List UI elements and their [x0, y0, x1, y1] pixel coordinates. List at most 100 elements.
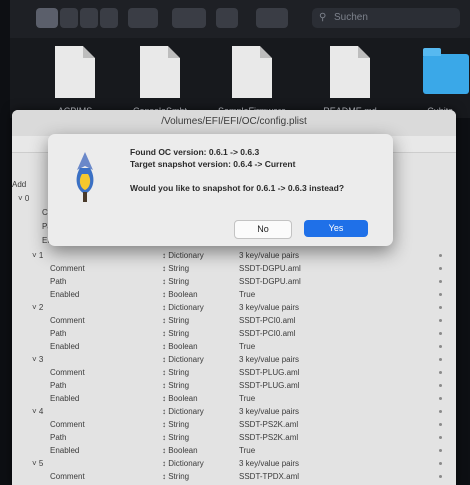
file-icon[interactable] [140, 46, 180, 98]
row-handle-icon[interactable] [439, 280, 442, 283]
search-field[interactable]: ⚲ Suchen [312, 8, 460, 28]
plist-row[interactable]: Path ↕ String SSDT-DGPU.aml [12, 276, 456, 289]
row-value[interactable]: True [239, 290, 255, 299]
row-type[interactable]: ↕ Dictionary [162, 303, 204, 312]
row-value[interactable]: SSDT-DGPU.aml [239, 264, 301, 273]
plist-row[interactable]: Path ↕ String SSDT-PS2K.aml [12, 432, 456, 445]
row-handle-icon[interactable] [439, 267, 442, 270]
row-value[interactable]: True [239, 446, 255, 455]
file-icon[interactable] [330, 46, 370, 98]
partial-key: Add [12, 180, 27, 189]
row-handle-icon[interactable] [439, 371, 442, 374]
row-handle-icon[interactable] [439, 397, 442, 400]
row-value[interactable]: SSDT-PCI0.aml [239, 329, 295, 338]
row-value[interactable]: True [239, 342, 255, 351]
row-value[interactable]: SSDT-PLUG.aml [239, 381, 299, 390]
row-type[interactable]: ↕ Dictionary [162, 355, 204, 364]
plist-row[interactable]: Comment ↕ String SSDT-DGPU.aml [12, 263, 456, 276]
row-type[interactable]: ↕ String [162, 420, 189, 429]
row-type[interactable]: ↕ String [162, 472, 189, 481]
row-handle-icon[interactable] [439, 384, 442, 387]
row-type[interactable]: ↕ String [162, 433, 189, 442]
row-type[interactable]: ↕ Boolean [162, 446, 198, 455]
row-handle-icon[interactable] [439, 319, 442, 322]
search-icon: ⚲ [319, 12, 327, 23]
row-type[interactable]: ↕ Dictionary [162, 251, 204, 260]
plist-row[interactable]: Path ↕ String SSDT-PLUG.aml [12, 380, 456, 393]
plist-row[interactable]: ˅ 5 ↕ Dictionary 3 key/value pairs [12, 458, 456, 471]
row-type[interactable]: ↕ String [162, 368, 189, 377]
yes-button[interactable]: Yes [304, 220, 368, 237]
row-type[interactable]: ↕ Boolean [162, 290, 198, 299]
row-value[interactable]: SSDT-PCI0.aml [239, 316, 295, 325]
row-key: ˅ 1 [32, 251, 44, 260]
row-value[interactable]: SSDT-PS2K.aml [239, 420, 298, 429]
dialog-line-2: Target snapshot version: 0.6.4 -> Curren… [130, 159, 296, 169]
plist-row[interactable]: Path ↕ String SSDT-PCI0.aml [12, 328, 456, 341]
plist-row[interactable]: ˅ 4 ↕ Dictionary 3 key/value pairs [12, 406, 456, 419]
row-value[interactable]: 3 key/value pairs [239, 355, 299, 364]
row-type[interactable]: ↕ String [162, 264, 189, 273]
row-value[interactable]: SSDT-TPDX.aml [239, 472, 299, 481]
row-value[interactable]: True [239, 394, 255, 403]
row-type[interactable]: ↕ String [162, 277, 189, 286]
row-handle-icon[interactable] [439, 410, 442, 413]
icon-view-button[interactable] [36, 8, 58, 28]
no-button[interactable]: No [234, 220, 292, 239]
row-handle-icon[interactable] [439, 423, 442, 426]
column-view-button[interactable] [80, 8, 98, 28]
plist-row[interactable]: Comment ↕ String SSDT-PS2K.aml [12, 419, 456, 432]
list-view-button[interactable] [60, 8, 78, 28]
gallery-view-button[interactable] [100, 8, 118, 28]
plist-row[interactable]: ˅ 3 ↕ Dictionary 3 key/value pairs [12, 354, 456, 367]
row-handle-icon[interactable] [439, 449, 442, 452]
file-icon[interactable] [232, 46, 272, 98]
action-gear-button[interactable] [172, 8, 206, 28]
row-handle-icon[interactable] [439, 254, 442, 257]
plist-row[interactable]: Enabled ↕ Boolean True [12, 445, 456, 458]
row-value[interactable]: 3 key/value pairs [239, 407, 299, 416]
row-key: Comment [50, 264, 85, 273]
plist-row[interactable]: Enabled ↕ Boolean True [12, 289, 456, 302]
row-value[interactable]: SSDT-PLUG.aml [239, 368, 299, 377]
snapshot-dialog: Found OC version: 0.6.1 -> 0.6.3 Target … [48, 134, 393, 246]
plist-row[interactable]: Enabled ↕ Boolean True [12, 393, 456, 406]
group-by-button[interactable] [128, 8, 158, 28]
row-value[interactable]: SSDT-PS2K.aml [239, 433, 298, 442]
tags-button[interactable] [256, 8, 288, 28]
row-value[interactable]: SSDT-DGPU.aml [239, 277, 301, 286]
row-handle-icon[interactable] [439, 462, 442, 465]
row-key: Path [50, 277, 67, 286]
row-value[interactable]: 3 key/value pairs [239, 303, 299, 312]
plist-row[interactable]: Enabled ↕ Boolean True [12, 341, 456, 354]
plist-row[interactable]: Comment ↕ String SSDT-PCI0.aml [12, 315, 456, 328]
row-handle-icon[interactable] [439, 293, 442, 296]
share-button[interactable] [216, 8, 238, 28]
row-key: Enabled [50, 446, 80, 455]
plist-row[interactable]: ˅ 2 ↕ Dictionary 3 key/value pairs [12, 302, 456, 315]
finder-window: ⚲ Suchen ACPIMS ConsoleSmbt SampleFirmwa… [10, 0, 470, 118]
row-type[interactable]: ↕ Boolean [162, 394, 198, 403]
row-handle-icon[interactable] [439, 358, 442, 361]
row-type[interactable]: ↕ Boolean [162, 342, 198, 351]
plist-row[interactable]: ˅ 1 ↕ Dictionary 3 key/value pairs [12, 250, 456, 263]
row-type[interactable]: ↕ Dictionary [162, 407, 204, 416]
row-type[interactable]: ↕ Dictionary [162, 459, 204, 468]
row-key: ˅ 3 [32, 355, 44, 364]
row-type[interactable]: ↕ String [162, 329, 189, 338]
plist-row[interactable]: Comment ↕ String SSDT-PLUG.aml [12, 367, 456, 380]
row-handle-icon[interactable] [439, 306, 442, 309]
file-icon[interactable] [55, 46, 95, 98]
row-handle-icon[interactable] [439, 345, 442, 348]
folder-icon[interactable] [423, 48, 469, 94]
row-handle-icon[interactable] [439, 475, 442, 478]
row-key: Enabled [50, 394, 80, 403]
row-handle-icon[interactable] [439, 332, 442, 335]
row-handle-icon[interactable] [439, 436, 442, 439]
row-value[interactable]: 3 key/value pairs [239, 459, 299, 468]
row-value[interactable]: 3 key/value pairs [239, 251, 299, 260]
plist-row[interactable]: Comment ↕ String SSDT-TPDX.aml [12, 471, 456, 484]
row-type[interactable]: ↕ String [162, 381, 189, 390]
row-type[interactable]: ↕ String [162, 316, 189, 325]
window-title: /Volumes/EFI/EFI/OC/config.plist [161, 116, 307, 127]
